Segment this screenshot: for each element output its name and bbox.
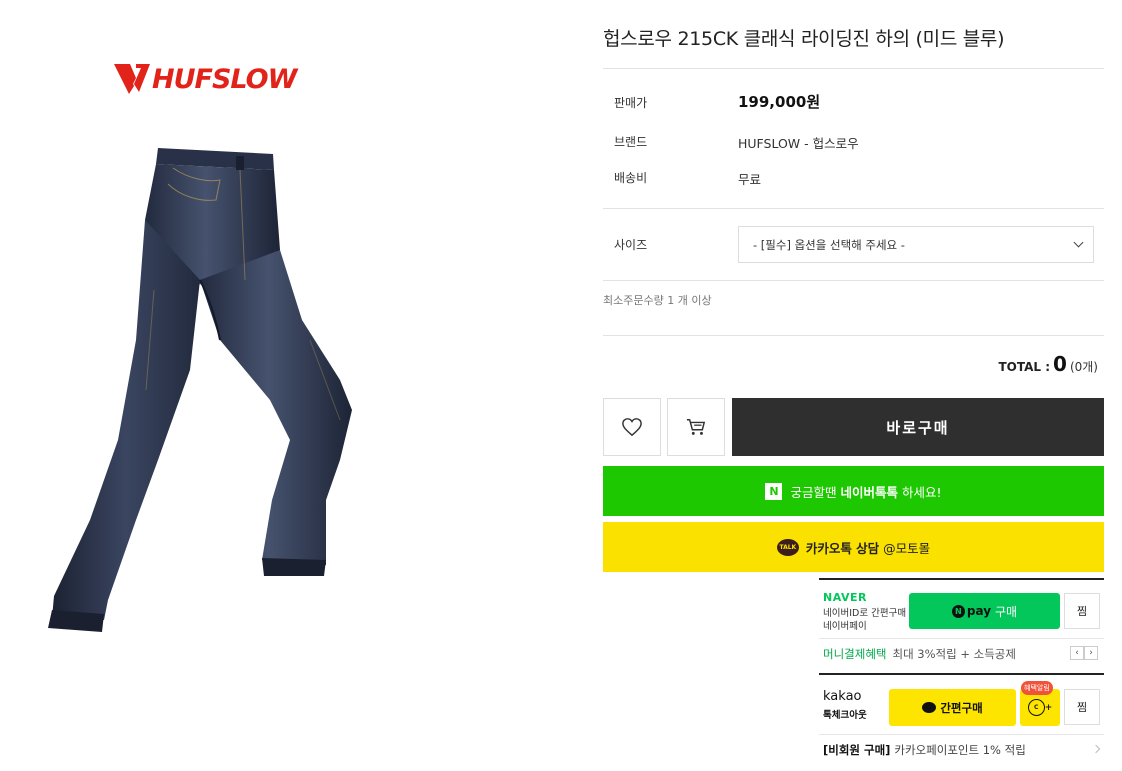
brand-logo: HUFSLOW [114, 62, 297, 96]
kakao-pay-buy-label: 간편구매 [940, 700, 983, 715]
nonmember-purchase-link[interactable]: [비회원 구매] 카카오페이포인트 1% 적립 [823, 742, 1026, 758]
naver-talk-bold: 네이버톡톡 [840, 484, 898, 500]
next-arrow-button[interactable]: › [1084, 646, 1098, 660]
divider [603, 68, 1104, 69]
total-value: 0 [1053, 352, 1067, 376]
benefit-pager: ‹ › [1070, 646, 1098, 660]
naver-pay-benefit: 머니결제혜택 최대 3%적립 + 소득공제 [823, 646, 1016, 662]
coin-icon: C [1027, 699, 1045, 716]
wishlist-button[interactable] [603, 398, 661, 456]
total-count: (0개) [1069, 360, 1098, 374]
prev-arrow-button[interactable]: ‹ [1070, 646, 1084, 660]
naver-pay-logo: NAVER [823, 591, 867, 604]
divider [819, 673, 1104, 675]
npay-buy-label: 구매 [995, 604, 1018, 619]
nonmember-label: [비회원 구매] [823, 743, 891, 757]
benefit-title: 머니결제혜택 [823, 647, 887, 661]
benefit-alert-badge: 혜택알림 [1021, 681, 1053, 695]
kakao-talk-bold: 카카오톡 상담 [805, 540, 880, 556]
product-image-area: HUFSLOW [0, 0, 560, 771]
naver-pay-buy-button[interactable]: N pay 구매 [909, 593, 1060, 629]
kakao-talk-suffix: @모토몰 [883, 540, 931, 556]
brand-value: HUFSLOW - 헙스로우 [738, 136, 859, 151]
naver-n-icon: N [765, 482, 783, 500]
coin-plus: + [1044, 702, 1053, 713]
benefit-desc: 최대 3%적립 + 소득공제 [892, 647, 1016, 661]
total-label: TOTAL : [998, 360, 1051, 374]
naver-talk-suffix: 하세요! [901, 484, 942, 500]
price-label: 판매가 [614, 96, 648, 110]
brand-logo-mark-icon [114, 64, 150, 94]
naver-pay-sub1: 네이버ID로 간편구매 [823, 608, 907, 619]
size-select-value: - [필수] 옵션을 선택해 주세요 - [753, 237, 905, 252]
npay-word: pay [966, 604, 992, 618]
price-value: 199,000원 [738, 93, 821, 111]
kakao-checkout-label: 톡체크아웃 [823, 710, 867, 721]
product-jeans-image [48, 148, 352, 632]
shipping-label: 배송비 [614, 171, 648, 185]
chevron-right-icon [1091, 744, 1101, 754]
chat-bubble-icon [922, 702, 937, 713]
naver-pay-sub2: 네이버페이 [823, 621, 867, 632]
size-label: 사이즈 [614, 238, 648, 252]
npay-n-icon: N [951, 604, 965, 618]
nonmember-desc: 카카오페이포인트 1% 적립 [894, 743, 1026, 757]
cart-icon [686, 419, 706, 435]
kakao-talk-icon: TALK [776, 538, 799, 556]
naver-talktalk-button[interactable]: N 궁금할땐 네이버톡톡 하세요! [603, 466, 1104, 516]
divider [819, 734, 1104, 735]
divider [603, 208, 1104, 209]
kakao-pay-buy-button[interactable]: 간편구매 [889, 689, 1016, 726]
divider [819, 578, 1104, 580]
divider [603, 280, 1104, 281]
chevron-down-icon [1073, 237, 1084, 248]
buy-now-button[interactable]: 바로구매 [732, 398, 1104, 456]
divider [819, 638, 1104, 639]
min-order-text: 최소주문수량 1 개 이상 [603, 294, 712, 307]
brand-logo-text: HUFSLOW [152, 63, 297, 95]
kakao-pay-jjim-button[interactable]: 찜 [1064, 689, 1100, 725]
naver-talk-prefix: 궁금할땐 [790, 484, 837, 500]
divider [603, 335, 1104, 336]
naver-pay-jjim-button[interactable]: 찜 [1064, 593, 1100, 629]
product-title: 헙스로우 215CK 클래식 라이딩진 하의 (미드 블루) [603, 28, 1005, 50]
total-summary: TOTAL : 0 (0개) [998, 352, 1098, 376]
cart-button[interactable] [667, 398, 725, 456]
size-select[interactable]: - [필수] 옵션을 선택해 주세요 - [738, 226, 1094, 263]
shipping-value: 무료 [738, 172, 762, 187]
heart-icon [622, 418, 642, 437]
kakao-logo: kakao [823, 689, 862, 704]
kakao-talk-button[interactable]: TALK 카카오톡 상담 @모토몰 [603, 522, 1104, 572]
brand-label: 브랜드 [614, 135, 648, 149]
